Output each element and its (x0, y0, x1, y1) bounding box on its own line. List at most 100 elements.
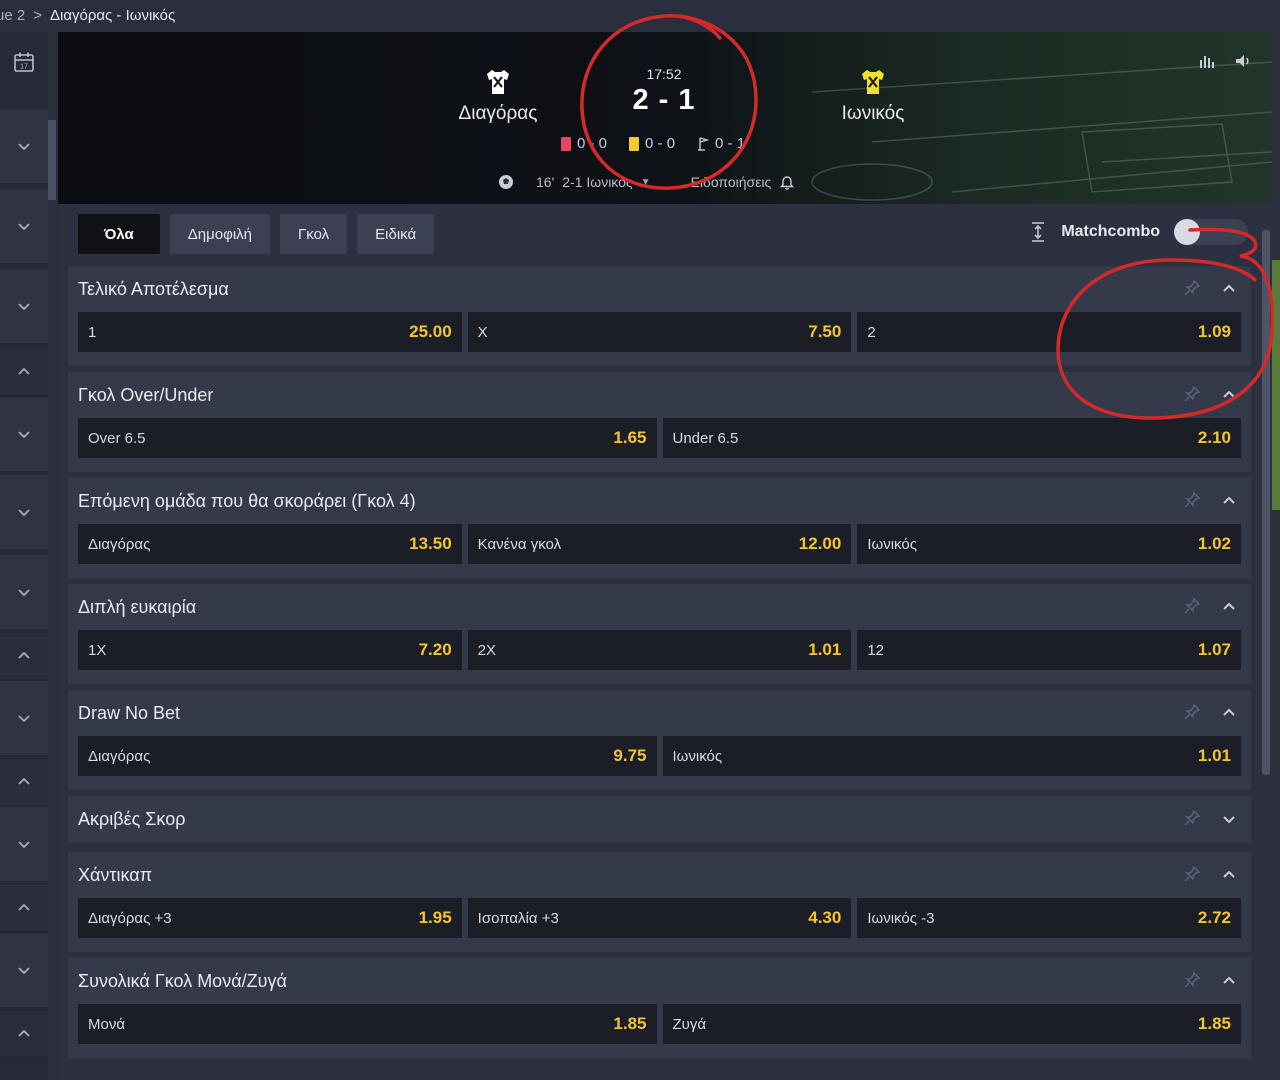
page-edge-strip (1272, 260, 1280, 510)
market-section: Χάντικαπ Διαγόρας +3 1.95 Ισοπαλία +3 4.30 Ιω… (68, 852, 1251, 952)
pin-icon[interactable] (1183, 279, 1201, 297)
market-header[interactable]: Draw No Bet (68, 690, 1251, 736)
odds-button[interactable]: Under 6.5 2.10 (662, 418, 1241, 458)
chevron-down-icon[interactable]: ▼ (641, 177, 651, 188)
market-header[interactable]: Επόμενη ομάδα που θα σκοράρει (Γκολ 4) (68, 478, 1251, 524)
odds-button[interactable]: Μονά 1.85 (78, 1004, 657, 1044)
corners-stat: 0 - 1 (697, 135, 745, 152)
chevron-up-icon (18, 651, 30, 659)
bell-icon[interactable] (779, 174, 795, 190)
market-header[interactable]: Διπλή ευκαιρία (68, 584, 1251, 630)
calendar-icon[interactable]: 17 (12, 50, 36, 74)
chevron-up-icon[interactable] (1221, 387, 1237, 403)
odds-button[interactable]: Ιωνικός -3 2.72 (857, 898, 1242, 938)
odds-button[interactable]: Ιωνικός 1.02 (857, 524, 1242, 564)
odds-button[interactable]: Κανένα γκολ 12.00 (467, 524, 852, 564)
selection-price: 1.65 (613, 428, 647, 447)
volume-icon[interactable] (1234, 52, 1252, 70)
tab-2[interactable]: Γκολ (280, 214, 348, 254)
tab-1[interactable]: Δημοφιλή (169, 214, 271, 254)
selection-price: 7.20 (418, 640, 452, 659)
market-header[interactable]: Τελικό Αποτέλεσμα (68, 266, 1251, 312)
tab-0[interactable]: Όλα (78, 214, 160, 254)
matchcombo-toggle[interactable] (1174, 219, 1248, 245)
red-cards-stat: 0 - 0 (561, 135, 607, 152)
rail-toggle-10[interactable] (0, 806, 48, 882)
chevron-up-icon[interactable] (1221, 867, 1237, 883)
pin-icon[interactable] (1183, 865, 1201, 883)
odds-button[interactable]: Διαγόρας +3 1.95 (78, 898, 462, 938)
chevron-up-icon[interactable] (1221, 281, 1237, 297)
page-scrollbar-thumb[interactable] (1262, 230, 1270, 775)
chevron-up-icon[interactable] (1221, 705, 1237, 721)
rail-toggle-1[interactable] (0, 188, 48, 264)
pin-icon[interactable] (1183, 597, 1201, 615)
match-clock: 17:52 (646, 66, 682, 82)
rail-toggle-12[interactable] (0, 932, 48, 1008)
notifications-label[interactable]: Ειδοποιήσεις (691, 174, 772, 190)
market-section: Draw No Bet Διαγόρας 9.75 Ιωνικός 1.01 (68, 690, 1251, 790)
rail-toggle-8[interactable] (0, 680, 48, 756)
market-header[interactable]: Συνολικά Γκολ Μονά/Ζυγά (68, 958, 1251, 1004)
rail-toggle-13[interactable] (0, 1010, 48, 1058)
chevron-down-icon[interactable] (1221, 811, 1237, 827)
odds-button[interactable]: Ζυγά 1.85 (662, 1004, 1241, 1044)
rail-scrollbar[interactable] (48, 95, 56, 1080)
pin-icon[interactable] (1183, 703, 1201, 721)
market-section: Ακριβές Σκορ (68, 796, 1251, 842)
rail-scrollbar-thumb[interactable] (48, 120, 56, 200)
pin-icon[interactable] (1183, 491, 1201, 509)
selection-label: Διαγόρας (88, 747, 151, 765)
rail-toggle-11[interactable] (0, 884, 48, 932)
rail-toggle-4[interactable] (0, 396, 48, 472)
stats-bars-icon[interactable] (1198, 52, 1216, 70)
pin-icon[interactable] (1183, 809, 1201, 827)
odds-button[interactable]: Ιωνικός 1.01 (662, 736, 1241, 776)
rail-toggle-9[interactable] (0, 758, 48, 806)
market-section: Γκολ Over/Under Over 6.5 1.65 Under 6.5 2.10 (68, 372, 1251, 472)
odds-button[interactable]: 2X 1.01 (467, 630, 852, 670)
pin-icon[interactable] (1183, 971, 1201, 989)
event-minute: 16' (536, 174, 555, 190)
odds-button[interactable]: 2 1.09 (857, 312, 1242, 352)
rail-toggle-2[interactable] (0, 268, 48, 344)
odds-button[interactable]: Διαγόρας 9.75 (78, 736, 657, 776)
selection-label: 12 (867, 641, 885, 659)
market-header[interactable]: Ακριβές Σκορ (68, 796, 1251, 842)
odds-button[interactable]: Διαγόρας 13.50 (78, 524, 462, 564)
breadcrumb-prev[interactable]: ue 2 (0, 7, 25, 24)
market-title: Χάντικαπ (78, 864, 153, 885)
rail-toggle-6[interactable] (0, 554, 48, 630)
chevron-up-icon[interactable] (1221, 493, 1237, 509)
matchcombo-label: Matchcombo (1061, 223, 1160, 240)
odds-button[interactable]: 12 1.07 (857, 630, 1242, 670)
odds-button[interactable]: 1X 7.20 (78, 630, 462, 670)
market-section: Διπλή ευκαιρία 1X 7.20 2X 1.01 12 1.07 (68, 584, 1251, 684)
pin-icon[interactable] (1183, 385, 1201, 403)
chevron-up-icon[interactable] (1221, 973, 1237, 989)
selection-label: Ισοπαλία +3 (477, 909, 559, 927)
selection-label: Ζυγά (672, 1015, 707, 1033)
event-ticker[interactable]: 16' 2-1 Ιωνικός ▼ Ειδοποιήσεις (498, 174, 795, 190)
rail-toggle-7[interactable] (0, 632, 48, 680)
odds-button[interactable]: Over 6.5 1.65 (78, 418, 657, 458)
tab-3[interactable]: Ειδικά (357, 214, 435, 254)
odds-button[interactable]: 1 25.00 (78, 312, 462, 352)
selections-row: 1X 7.20 2X 1.01 12 1.07 (68, 630, 1251, 670)
selection-label: Ιωνικός (867, 535, 917, 553)
chevron-up-icon[interactable] (1221, 599, 1237, 615)
market-tabs: Όλα Δημοφιλή Γκολ Ειδικά (78, 214, 435, 254)
chevron-up-icon (18, 367, 30, 375)
market-header[interactable]: Γκολ Over/Under (68, 372, 1251, 418)
chevron-down-icon (18, 967, 30, 975)
matchcombo-control[interactable]: Matchcombo (1029, 219, 1248, 245)
market-header[interactable]: Χάντικαπ (68, 852, 1251, 898)
rail-toggle-0[interactable] (0, 108, 48, 184)
selection-label: Ιωνικός -3 (867, 909, 935, 927)
odds-button[interactable]: X 7.50 (467, 312, 852, 352)
rail-toggle-5[interactable] (0, 474, 48, 550)
odds-button[interactable]: Ισοπαλία +3 4.30 (467, 898, 852, 938)
rail-toggle-3[interactable] (0, 348, 48, 396)
home-team: Διαγόρας (438, 67, 558, 125)
expand-collapse-icon[interactable] (1029, 221, 1047, 243)
